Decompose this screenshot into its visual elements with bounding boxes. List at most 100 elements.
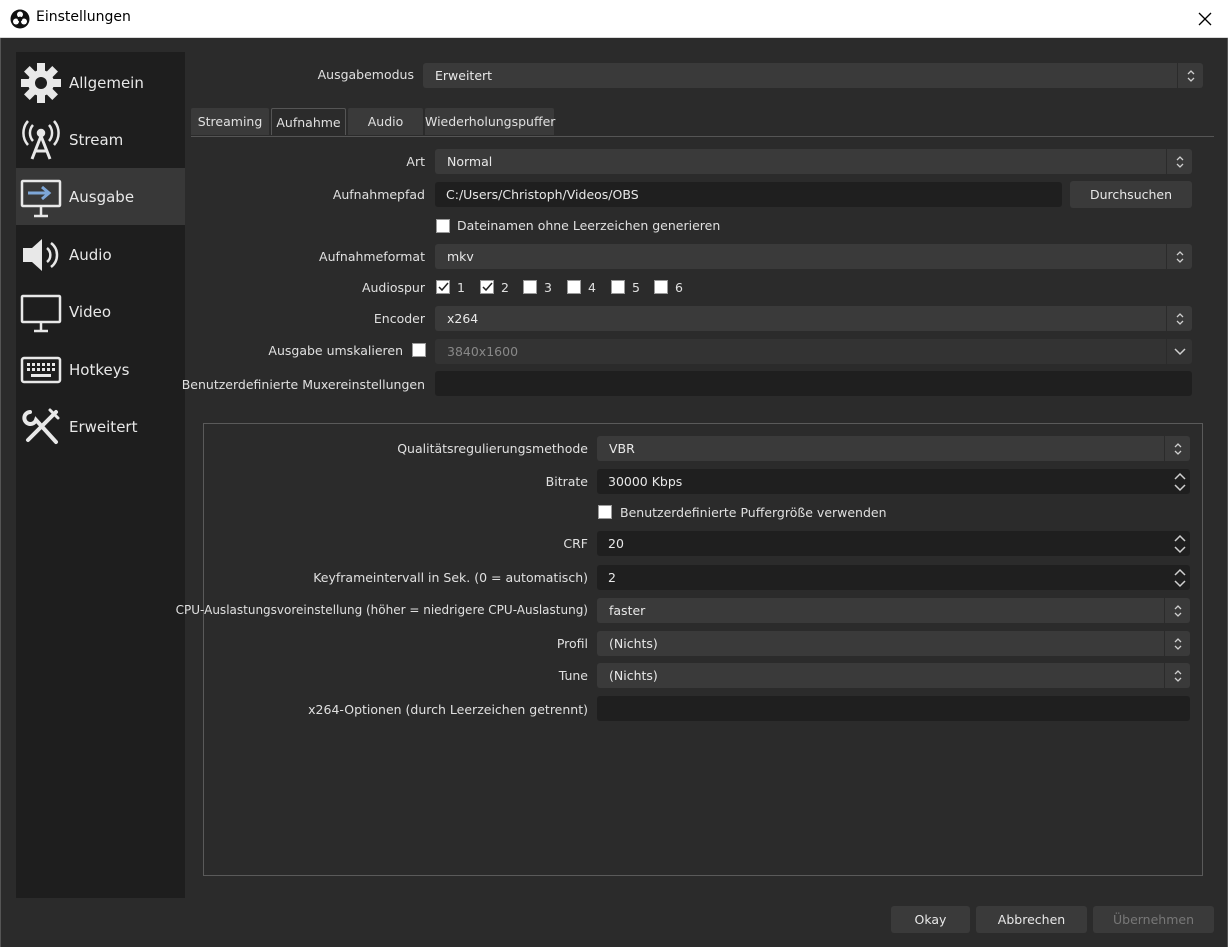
track-3-checkbox[interactable] bbox=[523, 280, 537, 294]
sidebar-item-audio[interactable]: Audio bbox=[16, 226, 185, 283]
rate-control-value: VBR bbox=[609, 441, 635, 456]
rescale-select[interactable]: 3840x1600 bbox=[435, 339, 1192, 364]
rescale-label: Ausgabe umskalieren bbox=[268, 343, 403, 358]
tracks-label: Audiospur bbox=[361, 280, 425, 295]
bitrate-spinbox[interactable]: 30000 Kbps bbox=[597, 469, 1190, 494]
crf-value: 20 bbox=[608, 536, 624, 551]
keyframe-label: Keyframeintervall in Sek. (0 = automatis… bbox=[313, 570, 588, 585]
chevron-down-icon bbox=[1166, 339, 1192, 364]
rate-control-select[interactable]: VBR bbox=[597, 436, 1190, 461]
no-spaces-checkbox[interactable] bbox=[436, 219, 450, 233]
tab-streaming[interactable]: Streaming bbox=[191, 108, 269, 135]
rescale-checkbox[interactable] bbox=[412, 343, 426, 357]
updown-arrows-icon bbox=[1166, 149, 1192, 174]
track-5-checkbox[interactable] bbox=[611, 280, 625, 294]
sidebar-item-video[interactable]: Video bbox=[16, 283, 185, 340]
spin-arrows-icon[interactable] bbox=[1170, 531, 1190, 556]
apply-button[interactable]: Übernehmen bbox=[1093, 906, 1214, 933]
format-label: Aufnahmeformat bbox=[319, 249, 425, 264]
ok-button[interactable]: Okay bbox=[891, 906, 970, 933]
custom-buffer-label: Benutzerdefinierte Puffergröße verwenden bbox=[620, 505, 887, 520]
rescale-value: 3840x1600 bbox=[447, 344, 519, 359]
updown-arrows-icon bbox=[1177, 63, 1203, 88]
window-title: Einstellungen bbox=[36, 9, 131, 25]
track-4-label: 4 bbox=[588, 280, 596, 295]
path-label: Aufnahmepfad bbox=[332, 187, 425, 202]
track-4-checkbox[interactable] bbox=[567, 280, 581, 294]
sidebar-label: Stream bbox=[69, 130, 124, 149]
track-6-label: 6 bbox=[675, 280, 683, 295]
keyboard-icon bbox=[19, 348, 63, 392]
format-select[interactable]: mkv bbox=[435, 244, 1192, 269]
bitrate-label: Bitrate bbox=[545, 474, 588, 489]
track-2-label: 2 bbox=[501, 280, 509, 295]
tune-label: Tune bbox=[558, 668, 588, 683]
x264-options-label: x264-Optionen (durch Leerzeichen getrenn… bbox=[308, 702, 588, 717]
sidebar-label: Video bbox=[69, 302, 112, 321]
bitrate-value: 30000 Kbps bbox=[608, 474, 683, 489]
sidebar-item-erweitert[interactable]: Erweitert bbox=[16, 398, 185, 455]
track-1-label: 1 bbox=[457, 280, 465, 295]
rate-control-label: Qualitätsregulierungsmethode bbox=[397, 441, 588, 456]
settings-window: Allgemein Stream Ausgabe Audio Video Hot… bbox=[0, 38, 1228, 947]
track-1-checkbox[interactable] bbox=[436, 280, 450, 294]
encoder-value: x264 bbox=[447, 311, 479, 326]
keyframe-spinbox[interactable]: 2 bbox=[597, 565, 1190, 590]
cancel-button[interactable]: Abbrechen bbox=[976, 906, 1087, 933]
muxer-label: Benutzerdefinierte Muxereinstellungen bbox=[181, 377, 425, 392]
monitor-icon bbox=[19, 290, 63, 334]
tune-value: (Nichts) bbox=[609, 668, 658, 683]
checkmark-icon bbox=[482, 282, 493, 292]
no-spaces-label: Dateinamen ohne Leerzeichen generieren bbox=[457, 218, 721, 233]
encoder-select[interactable]: x264 bbox=[435, 306, 1192, 331]
tab-divider bbox=[191, 136, 1214, 137]
output-mode-select[interactable]: Erweitert bbox=[423, 63, 1203, 88]
tab-wiederholungspuffer[interactable]: Wiederholungspuffer bbox=[425, 108, 555, 135]
track-3-label: 3 bbox=[544, 280, 552, 295]
spin-arrows-icon[interactable] bbox=[1170, 469, 1190, 494]
sidebar-label: Hotkeys bbox=[69, 360, 130, 379]
output-mode-value: Erweitert bbox=[435, 68, 493, 83]
profile-value: (Nichts) bbox=[609, 636, 658, 651]
sidebar-item-allgemein[interactable]: Allgemein bbox=[16, 54, 185, 111]
close-button[interactable] bbox=[1182, 0, 1228, 38]
updown-arrows-icon bbox=[1166, 244, 1192, 269]
type-select[interactable]: Normal bbox=[435, 149, 1192, 174]
track-5-label: 5 bbox=[632, 280, 640, 295]
output-mode-label: Ausgabemodus bbox=[317, 67, 414, 82]
muxer-input[interactable] bbox=[435, 371, 1192, 396]
sidebar-label: Erweitert bbox=[69, 417, 138, 436]
checkmark-icon bbox=[438, 282, 449, 292]
sidebar-item-ausgabe[interactable]: Ausgabe bbox=[16, 168, 185, 225]
speaker-icon bbox=[19, 233, 63, 277]
sidebar-label: Ausgabe bbox=[69, 187, 135, 206]
profile-select[interactable]: (Nichts) bbox=[597, 631, 1190, 656]
track-2-checkbox[interactable] bbox=[480, 280, 494, 294]
preset-label: CPU-Auslastungsvoreinstellung (höher = n… bbox=[175, 603, 588, 617]
sidebar-item-hotkeys[interactable]: Hotkeys bbox=[16, 341, 185, 398]
tab-aufnahme[interactable]: Aufnahme bbox=[271, 108, 346, 135]
tune-select[interactable]: (Nichts) bbox=[597, 663, 1190, 688]
format-value: mkv bbox=[447, 249, 474, 264]
tab-audio[interactable]: Audio bbox=[348, 108, 423, 135]
spin-arrows-icon[interactable] bbox=[1170, 565, 1190, 590]
x264-options-input[interactable] bbox=[597, 696, 1190, 721]
updown-arrows-icon bbox=[1164, 663, 1190, 688]
keyframe-value: 2 bbox=[608, 570, 616, 585]
browse-button[interactable]: Durchsuchen bbox=[1070, 181, 1192, 208]
preset-select[interactable]: faster bbox=[597, 598, 1190, 623]
profile-label: Profil bbox=[556, 636, 588, 651]
custom-buffer-checkbox[interactable] bbox=[598, 505, 612, 519]
crf-spinbox[interactable]: 20 bbox=[597, 531, 1190, 556]
updown-arrows-icon bbox=[1164, 631, 1190, 656]
antenna-icon bbox=[19, 118, 63, 162]
type-label: Art bbox=[406, 154, 425, 169]
type-value: Normal bbox=[447, 154, 493, 169]
sidebar: Allgemein Stream Ausgabe Audio Video Hot… bbox=[16, 52, 185, 898]
sidebar-item-stream[interactable]: Stream bbox=[16, 111, 185, 168]
updown-arrows-icon bbox=[1164, 436, 1190, 461]
crf-label: CRF bbox=[563, 536, 588, 551]
track-6-checkbox[interactable] bbox=[654, 280, 668, 294]
tools-icon bbox=[19, 405, 63, 449]
path-input[interactable]: C:/Users/Christoph/Videos/OBS bbox=[435, 182, 1062, 207]
